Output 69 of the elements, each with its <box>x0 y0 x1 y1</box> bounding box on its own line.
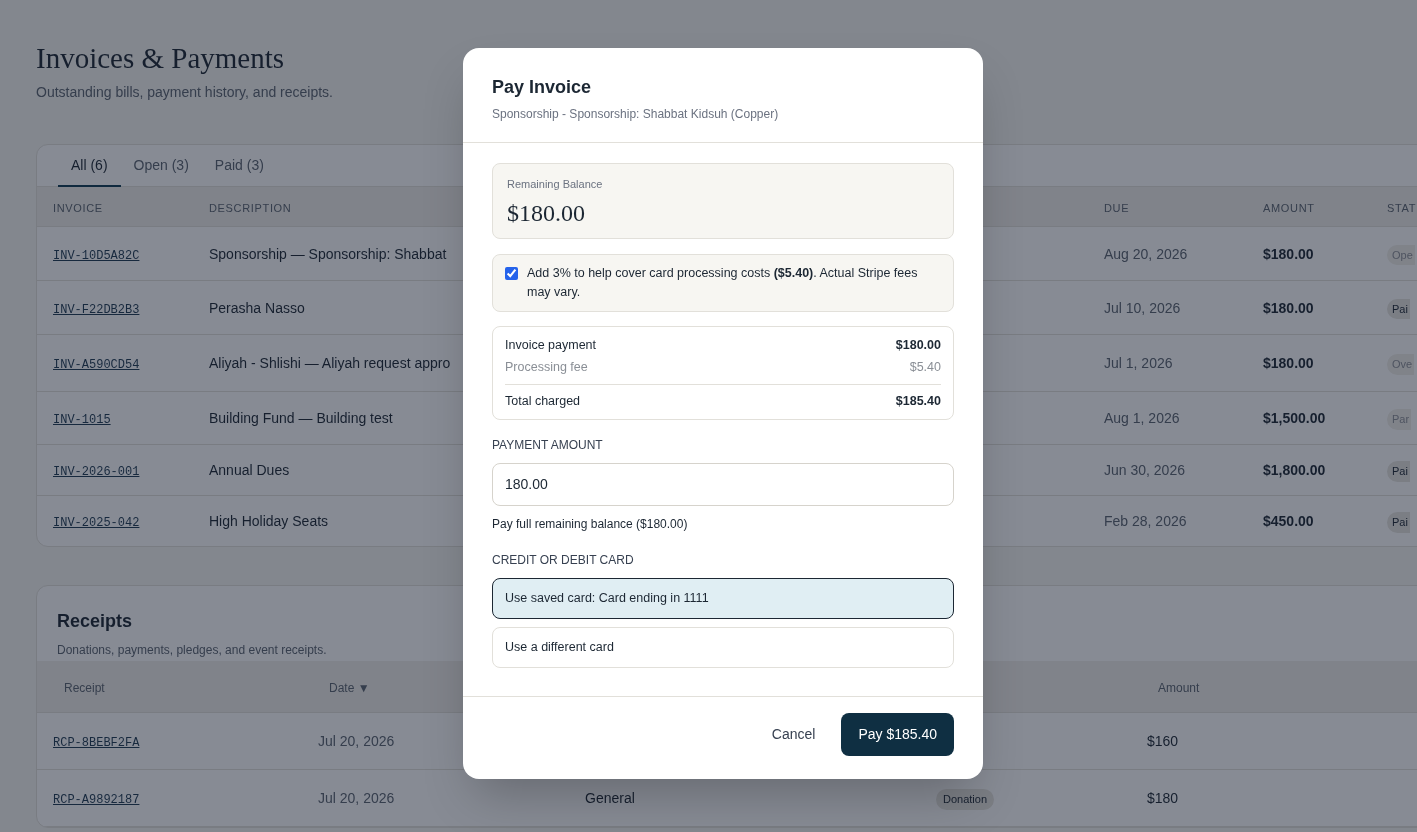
column-header: INVOICE <box>53 201 103 214</box>
status-badge: Pai <box>1387 461 1410 482</box>
column-header: DESCRIPTION <box>209 201 292 214</box>
dialog-title: Pay Invoice <box>492 76 593 99</box>
table-cell: Feb 28, 2026 <box>1104 513 1187 529</box>
table-cell: Sponsorship — Sponsorship: Shabbat <box>209 245 447 262</box>
dialog-subtitle: Sponsorship - Sponsorship: Shabbat Kidsuh (Copper) <box>492 106 780 123</box>
table-cell: Aug 20, 2026 <box>1104 245 1188 262</box>
invoice-link[interactable]: INV-2025-042 <box>53 516 140 530</box>
table-cell: Jun 30, 2026 <box>1104 462 1185 478</box>
field-label: PAYMENT AMOUNT <box>492 436 604 454</box>
table-cell: $160 <box>1147 733 1179 749</box>
summary-label: Total charged <box>505 393 581 410</box>
table-cell: Building Fund — Building test <box>209 410 393 426</box>
tab[interactable]: Paid (3) <box>201 145 277 187</box>
summary-label: Processing fee <box>505 359 588 377</box>
summary-value: $180.00 <box>895 336 941 354</box>
table-cell: $1,800.00 <box>1263 462 1326 478</box>
table-cell: $180 <box>1147 790 1179 806</box>
table-cell: General <box>585 790 635 806</box>
balance-label: Remaining Balance <box>507 177 604 192</box>
page-subtitle: Outstanding bills, payment history, and receipts. <box>36 83 333 102</box>
field-label: CREDIT OR DEBIT CARD <box>492 551 635 569</box>
cancel-button[interactable]: Cancel <box>771 723 816 745</box>
table-cell: Perasha Nasso <box>209 299 305 316</box>
table-cell: Aliyah - Shlishi — Aliyah request appro <box>209 355 451 371</box>
table-cell: Jul 20, 2026 <box>318 733 395 749</box>
section-subtitle: Donations, payments, pledges, and event receipts. <box>57 642 327 659</box>
invoice-link[interactable]: INV-10D5A82C <box>53 248 140 263</box>
status-badge: Pai <box>1387 512 1410 533</box>
summary-value: $185.40 <box>895 393 941 410</box>
column-header: DUE <box>1104 201 1130 214</box>
pay-button[interactable]: Pay $185.40 <box>841 712 954 756</box>
table-cell: Jul 20, 2026 <box>318 790 395 806</box>
column-header: Date ▼ <box>329 680 370 695</box>
table-cell: Annual Dues <box>209 462 290 478</box>
column-header: AMOUNT <box>1263 201 1315 214</box>
receipt-link[interactable]: RCP-A9892187 <box>53 793 140 807</box>
column-header: Receipt <box>64 680 105 695</box>
table-cell: $180.00 <box>1263 355 1314 371</box>
table-cell: $450.00 <box>1263 513 1314 529</box>
column-header: STAT <box>1387 201 1417 214</box>
receipt-link[interactable]: RCP-8BEBF2FA <box>53 736 140 750</box>
invoice-link[interactable]: INV-A590CD54 <box>53 358 140 372</box>
fee-description: Add 3% to help cover card processing costs ($5.40). Actual Stripe fees may vary. <box>527 264 919 301</box>
section-title: Receipts <box>57 610 133 633</box>
type-badge: Donation <box>936 789 995 810</box>
card-option[interactable]: Use a different card <box>492 626 954 668</box>
column-header: Amount <box>1158 680 1200 695</box>
status-badge: Pai <box>1387 298 1410 319</box>
tab[interactable]: Open (3) <box>120 145 202 187</box>
amount-input[interactable]: 180.00 <box>492 462 954 506</box>
table-cell: Jul 1, 2026 <box>1104 355 1173 371</box>
table-cell: Jul 10, 2026 <box>1104 299 1181 316</box>
fee-checkbox[interactable] <box>505 266 518 280</box>
page-title: Invoices & Payments <box>36 41 286 76</box>
table-cell: $1,500.00 <box>1263 410 1326 426</box>
table-cell: $180.00 <box>1263 299 1314 316</box>
field-hint: Pay full remaining balance ($180.00) <box>492 515 689 533</box>
table-cell: $180.00 <box>1263 245 1314 262</box>
summary-value: $5.40 <box>909 359 941 377</box>
summary-label: Invoice payment <box>505 336 597 354</box>
card-option[interactable]: Use saved card: Card ending in 1111 <box>492 577 954 619</box>
table-cell: High Holiday Seats <box>209 513 329 529</box>
table-cell: Aug 1, 2026 <box>1104 410 1180 426</box>
invoice-link[interactable]: INV-2026-001 <box>53 465 140 479</box>
invoice-link[interactable]: INV-1015 <box>53 413 111 427</box>
balance-amount: $180.00 <box>507 198 586 228</box>
invoice-link[interactable]: INV-F22DB2B3 <box>53 302 140 317</box>
